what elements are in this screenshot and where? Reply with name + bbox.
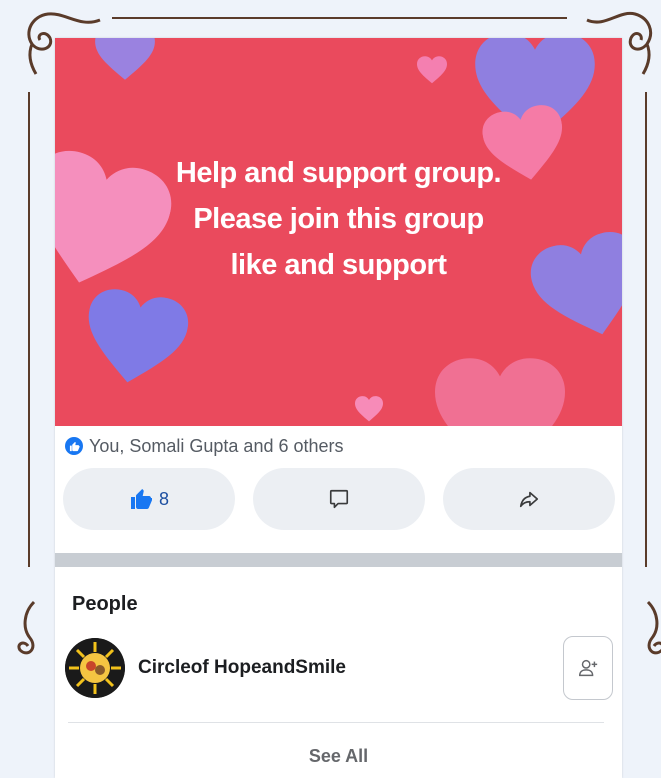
ornament-bottom-right-icon	[646, 600, 661, 655]
group-post-card: Help and support group. Please join this…	[55, 38, 622, 778]
reactions-summary[interactable]: You, Somali Gupta and 6 others	[65, 435, 344, 457]
heart-icon	[417, 56, 447, 84]
like-count: 8	[158, 488, 169, 509]
frame-right-line	[645, 92, 647, 567]
like-button[interactable]: 8	[63, 468, 235, 530]
avatar[interactable]	[65, 638, 125, 698]
banner-line-3: like and support	[230, 249, 447, 281]
post-actions: 8	[63, 468, 615, 530]
section-divider	[55, 553, 622, 567]
banner-line-2: Please join this group	[193, 203, 484, 235]
people-section-title: People	[72, 593, 138, 615]
share-icon	[519, 491, 539, 508]
add-friend-button[interactable]	[563, 636, 613, 700]
heart-icon	[95, 38, 155, 80]
ornament-bottom-left-icon	[17, 600, 36, 655]
frame-top-line	[112, 17, 567, 19]
share-button[interactable]	[443, 468, 615, 530]
banner-line-1: Help and support group.	[175, 157, 502, 189]
thumbs-up-icon	[130, 489, 152, 509]
heart-icon	[435, 358, 565, 426]
person-row[interactable]: Circleof HopeandSmile	[65, 633, 613, 711]
see-all-link[interactable]: See All	[55, 746, 622, 767]
row-divider	[68, 722, 604, 723]
frame-left-line	[28, 92, 30, 567]
post-banner-image: Help and support group. Please join this…	[55, 38, 622, 426]
comment-icon	[329, 489, 349, 509]
reactions-text: You, Somali Gupta and 6 others	[89, 435, 344, 456]
person-name[interactable]: Circleof HopeandSmile	[138, 657, 346, 679]
comment-button[interactable]	[253, 468, 425, 530]
add-friend-icon	[579, 659, 598, 677]
like-icon	[65, 437, 83, 455]
heart-icon	[88, 289, 189, 383]
banner-headline: Help and support group. Please join this…	[55, 150, 622, 288]
heart-icon	[355, 396, 383, 422]
